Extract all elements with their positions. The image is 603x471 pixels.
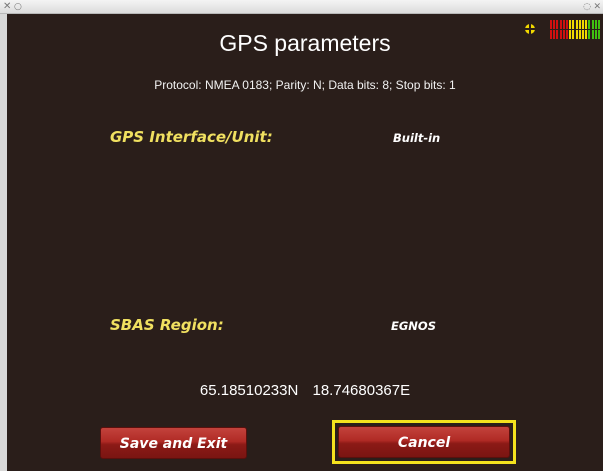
signal-bar bbox=[562, 20, 565, 29]
signal-bar bbox=[553, 20, 556, 29]
gps-interface-label: GPS Interface/Unit: bbox=[110, 128, 273, 146]
signal-bar bbox=[578, 30, 581, 39]
signal-bar bbox=[582, 20, 584, 29]
longitude-value: 18.74680367E bbox=[312, 382, 411, 399]
signal-bar bbox=[553, 30, 556, 39]
signal-bar bbox=[591, 20, 594, 29]
close-icon[interactable]: ✕ bbox=[3, 1, 11, 13]
signal-bar bbox=[594, 30, 597, 39]
signal-bar bbox=[585, 30, 588, 39]
signal-bar bbox=[559, 30, 562, 39]
signal-bar bbox=[585, 20, 588, 29]
latitude-value: 65.18510233N bbox=[199, 382, 299, 399]
signal-bar bbox=[575, 30, 578, 39]
signal-bar bbox=[559, 20, 562, 29]
signal-bar bbox=[572, 20, 575, 29]
signal-bar bbox=[550, 20, 552, 29]
signal-bar bbox=[572, 30, 575, 39]
save-and-exit-button[interactable]: Save and Exit bbox=[100, 427, 247, 459]
signal-bar bbox=[598, 30, 600, 39]
signal-bar bbox=[556, 20, 559, 29]
window-menu-icon[interactable]: ○ bbox=[14, 1, 22, 13]
signal-bar bbox=[569, 20, 572, 29]
signal-bar bbox=[588, 20, 591, 29]
signal-bar bbox=[550, 30, 552, 39]
signal-bar bbox=[582, 30, 584, 39]
signal-bar bbox=[556, 30, 559, 39]
page-title: GPS parameters bbox=[219, 30, 391, 56]
minimize-icon[interactable]: ◌ bbox=[583, 1, 591, 13]
signal-bar bbox=[562, 30, 565, 39]
signal-bar bbox=[578, 20, 581, 29]
signal-bar bbox=[566, 30, 568, 39]
gps-interface-value[interactable]: Built-in bbox=[393, 131, 440, 145]
gps-parameters-screen: GPS parameters Protocol: NMEA 0183; Pari… bbox=[7, 14, 603, 471]
signal-bar bbox=[588, 30, 591, 39]
signal-bar bbox=[575, 20, 578, 29]
signal-strength-bars bbox=[550, 20, 603, 40]
signal-bar bbox=[598, 20, 600, 29]
protocol-info: Protocol: NMEA 0183; Parity: N; Data bit… bbox=[154, 78, 456, 92]
window-titlebar: ✕ ○ ◌ ✕ bbox=[0, 0, 603, 14]
crosshair-dot-icon bbox=[525, 24, 535, 34]
sbas-region-value[interactable]: EGNOS bbox=[391, 319, 436, 333]
signal-bar bbox=[566, 20, 568, 29]
position-readout: 65.18510233N 18.74680367E bbox=[7, 382, 603, 399]
signal-bar bbox=[569, 30, 572, 39]
close-window-icon[interactable]: ✕ bbox=[593, 1, 601, 13]
cancel-button[interactable]: Cancel bbox=[338, 426, 510, 458]
signal-bar bbox=[594, 20, 597, 29]
sbas-region-label: SBAS Region: bbox=[110, 316, 224, 334]
signal-bar bbox=[591, 30, 594, 39]
